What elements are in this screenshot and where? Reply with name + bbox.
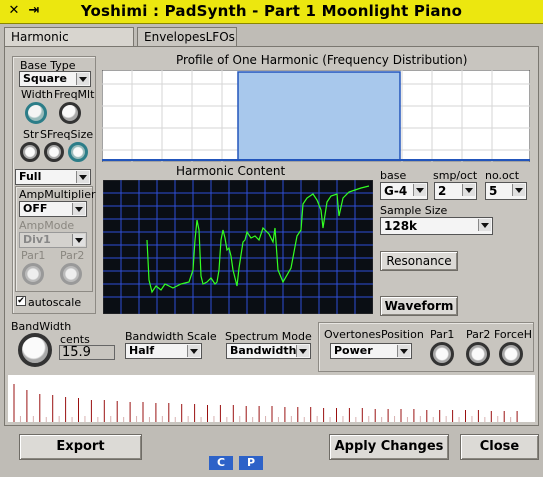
par2-knob-left (60, 263, 82, 285)
sfreqsize-label: SFreqSize (40, 128, 94, 141)
spectrum-mode-select[interactable]: Bandwidth (226, 343, 311, 359)
par1-label-left: Par1 (21, 249, 46, 262)
no-oct-select[interactable]: 5 (485, 182, 527, 200)
harmonic-content-title: Harmonic Content (176, 164, 286, 178)
chevron-down-icon (76, 73, 89, 85)
profile-graph[interactable] (102, 70, 530, 162)
chevron-down-icon (72, 234, 85, 246)
chevron-down-icon (187, 345, 200, 357)
close-button[interactable]: Close (460, 434, 539, 460)
bandwidth-scale-label: Bandwidth Scale (125, 330, 217, 343)
ampmode-select: Div1 (19, 232, 87, 248)
base-select[interactable]: G-4 (380, 182, 428, 200)
sample-size-label: Sample Size (380, 204, 448, 217)
base-type-select[interactable]: Square (19, 71, 91, 87)
chevron-down-icon (462, 184, 475, 196)
chevron-down-icon (72, 203, 85, 215)
par1-label: Par1 (430, 328, 455, 341)
par2-knob[interactable] (466, 342, 490, 366)
title-bar: ✕ ⇥ Yoshimi : PadSynth - Part 1 Moonligh… (0, 0, 543, 24)
smp-oct-label: smp/oct (433, 169, 478, 182)
chevron-down-icon (478, 219, 491, 231)
apply-changes-button[interactable]: Apply Changes (329, 434, 449, 460)
bandwidth-knob[interactable] (18, 333, 52, 367)
forceh-label: ForceH (494, 328, 533, 341)
bandwidth-scale-select[interactable]: Half (125, 343, 202, 359)
par2-label: Par2 (466, 328, 491, 341)
overtones-select[interactable]: Power (330, 343, 412, 359)
cents-value[interactable]: 15.9 (59, 345, 115, 360)
spectrum-mode-label: Spectrum Mode (225, 330, 312, 343)
sample-size-select[interactable]: 128k (380, 217, 493, 235)
chevron-down-icon (296, 345, 309, 357)
base-label: base (380, 169, 407, 182)
spectrum-display (8, 375, 535, 422)
width-label: Width (21, 88, 53, 101)
window-title: Yoshimi : PadSynth - Part 1 Moonlight Pi… (80, 2, 463, 20)
tab-harmonic-structure[interactable]: Harmonic Structure (4, 27, 134, 61)
size-knob[interactable] (68, 142, 88, 162)
overtones-label: OvertonesPosition (324, 328, 424, 341)
c-button[interactable]: C (209, 456, 233, 470)
par1-knob[interactable] (430, 342, 454, 366)
profile-title: Profile of One Harmonic (Frequency Distr… (176, 53, 468, 67)
par1-knob-left (22, 263, 44, 285)
ampmultiplier-select[interactable]: OFF (19, 201, 87, 217)
smp-oct-select[interactable]: 2 (434, 182, 477, 200)
resonance-button[interactable]: Resonance (380, 251, 458, 271)
export-button[interactable]: Export (19, 434, 142, 460)
str-label: Str (23, 128, 39, 141)
full-select[interactable]: Full (15, 169, 91, 185)
bandwidth-label: BandWidth (11, 320, 72, 333)
str-knob[interactable] (20, 142, 40, 162)
freqmlt-label: FreqMlt (54, 88, 95, 101)
p-button[interactable]: P (239, 456, 263, 470)
no-oct-label: no.oct (485, 169, 520, 182)
chevron-down-icon (413, 184, 426, 196)
autoscale-checkbox[interactable]: ✔ (16, 296, 26, 306)
autoscale-label: autoscale (28, 296, 82, 309)
par2-label-left: Par2 (60, 249, 85, 262)
chevron-down-icon (397, 345, 410, 357)
forceh-knob[interactable] (499, 342, 523, 366)
chevron-down-icon (512, 184, 525, 196)
ampmultiplier-label: AmpMultiplier (19, 188, 96, 201)
sfreq-knob[interactable] (44, 142, 64, 162)
freqmlt-knob[interactable] (59, 102, 81, 124)
ampmode-label: AmpMode (19, 219, 75, 232)
width-knob[interactable] (25, 102, 47, 124)
chevron-down-icon (76, 171, 89, 183)
harmonic-content-graph (103, 180, 373, 314)
tab-envelopes-lfos[interactable]: EnvelopesLFOs (137, 27, 237, 46)
waveform-button[interactable]: Waveform (380, 296, 458, 316)
